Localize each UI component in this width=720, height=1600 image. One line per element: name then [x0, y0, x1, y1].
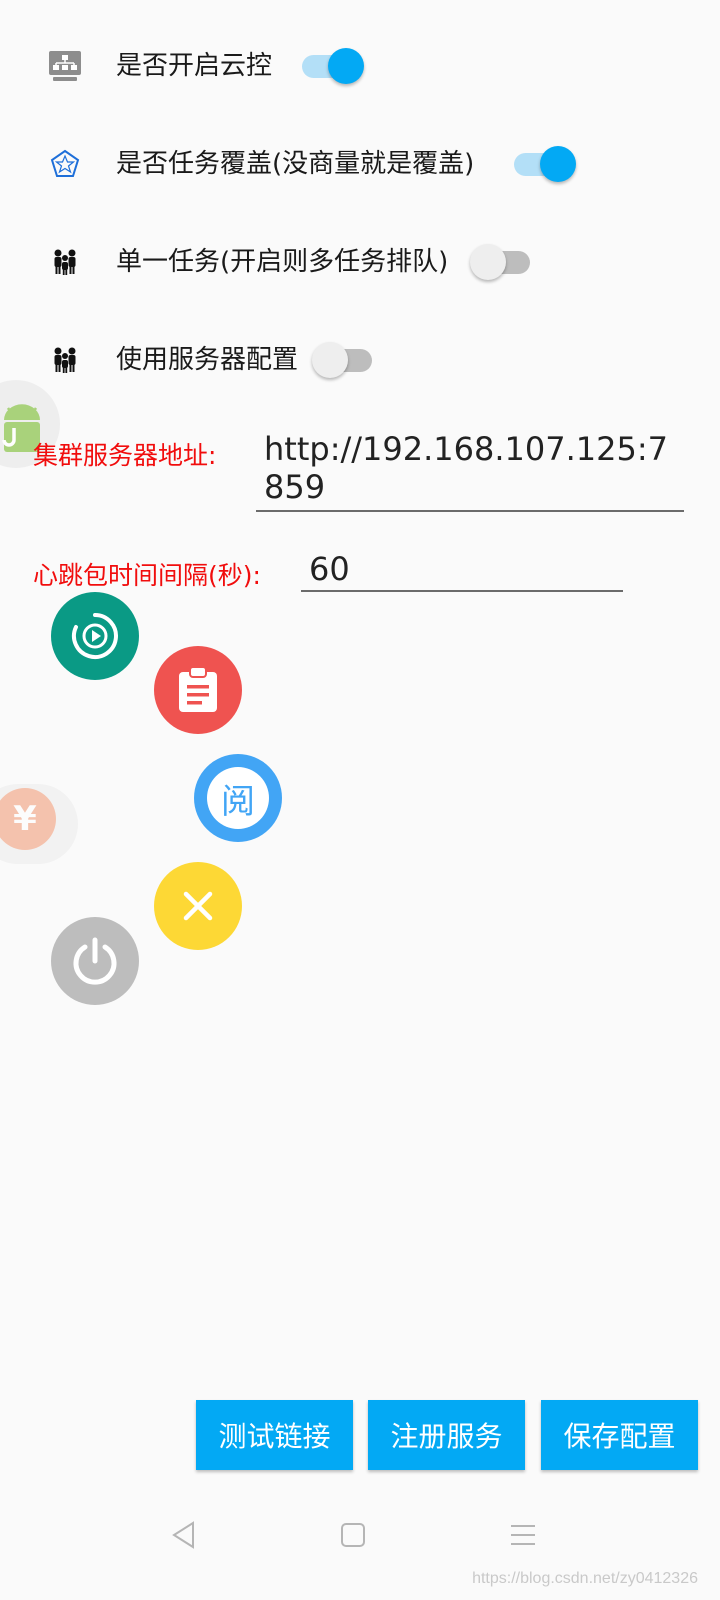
- read-icon: 阅: [207, 767, 269, 829]
- cluster-server-input[interactable]: http://192.168.107.125:7859: [256, 430, 684, 512]
- close-fab-button[interactable]: [154, 862, 242, 950]
- power-icon: [73, 937, 117, 985]
- save-config-button[interactable]: 保存配置: [541, 1400, 698, 1470]
- people-group-icon: [47, 244, 83, 280]
- home-icon[interactable]: [323, 1510, 383, 1560]
- play-circle-icon: [72, 613, 118, 659]
- server-config-switch[interactable]: [312, 342, 378, 378]
- system-navigation-bar: https://blog.csdn.net/zy0412326: [0, 1490, 720, 1600]
- back-icon[interactable]: [154, 1510, 214, 1560]
- setting-label: 是否任务覆盖(没商量就是覆盖): [116, 149, 475, 179]
- single-task-switch[interactable]: [470, 244, 536, 280]
- clipboard-icon: [179, 666, 217, 712]
- setting-label: 使用服务器配置: [116, 345, 299, 375]
- cloud-control-switch[interactable]: [298, 48, 364, 84]
- setting-row-server-config: 使用服务器配置: [0, 330, 720, 390]
- task-override-switch[interactable]: [510, 146, 576, 182]
- watermark-text: https://blog.csdn.net/zy0412326: [472, 1570, 698, 1587]
- heartbeat-interval-input[interactable]: 60: [301, 550, 623, 592]
- power-fab-button[interactable]: [51, 917, 139, 1005]
- clipboard-fab-button[interactable]: [154, 646, 242, 734]
- setting-row-single-task: 单一任务(开启则多任务排队): [0, 232, 720, 292]
- setting-label: 单一任务(开启则多任务排队): [116, 247, 449, 277]
- menu-icon[interactable]: [493, 1510, 553, 1560]
- read-fab-button[interactable]: 阅: [194, 754, 282, 842]
- setting-row-cloud-control: 是否开启云控: [0, 36, 720, 96]
- pentagon-star-icon: [47, 146, 83, 182]
- setting-row-task-override: 是否任务覆盖(没商量就是覆盖): [0, 134, 720, 194]
- cluster-server-label: 集群服务器地址:: [33, 441, 217, 470]
- close-icon: [183, 891, 213, 921]
- test-connection-button[interactable]: 测试链接: [196, 1400, 353, 1470]
- play-fab-button[interactable]: [51, 592, 139, 680]
- heartbeat-interval-label: 心跳包时间间隔(秒):: [33, 561, 261, 590]
- setting-label: 是否开启云控: [116, 51, 273, 81]
- server-network-icon: [47, 48, 83, 84]
- register-service-button[interactable]: 注册服务: [368, 1400, 525, 1470]
- people-group-icon: [47, 342, 83, 378]
